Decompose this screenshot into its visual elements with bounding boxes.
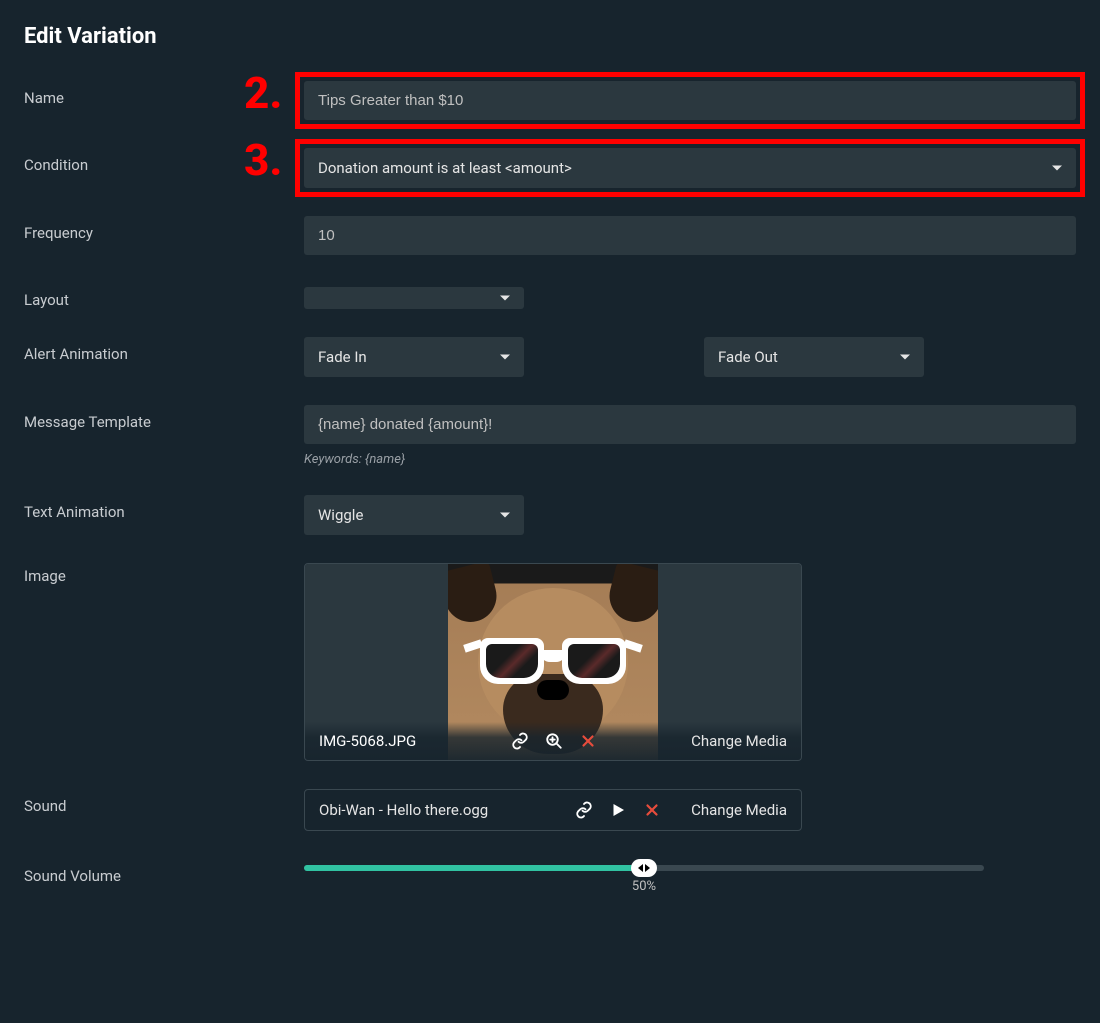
change-image-button[interactable]: Change Media	[691, 732, 787, 750]
slider-fill	[304, 865, 644, 871]
chevron-down-icon	[500, 355, 510, 360]
row-frequency: Frequency	[24, 216, 1076, 255]
chevron-down-icon	[900, 355, 910, 360]
row-layout: Layout	[24, 283, 1076, 309]
row-condition: Condition 3. Donation amount is at least…	[24, 148, 1076, 188]
row-message-template: Message Template Keywords: {name}	[24, 405, 1076, 467]
sound-volume-slider[interactable]: 50%	[304, 859, 984, 871]
annotation-step-3: 3.	[244, 138, 282, 182]
row-sound-volume: Sound Volume 50%	[24, 859, 1076, 885]
chevron-down-icon	[500, 296, 510, 301]
label-sound-volume: Sound Volume	[24, 859, 304, 885]
change-sound-button[interactable]: Change Media	[691, 801, 787, 819]
label-message-template: Message Template	[24, 405, 304, 431]
chevron-down-icon	[1052, 166, 1062, 171]
alert-animation-out-value: Fade Out	[718, 348, 778, 366]
condition-select[interactable]: Donation amount is at least <amount>	[304, 148, 1076, 188]
label-layout: Layout	[24, 283, 304, 309]
label-image: Image	[24, 563, 304, 585]
sound-volume-value: 50%	[632, 879, 656, 894]
chevron-down-icon	[500, 513, 510, 518]
alert-animation-in-value: Fade In	[318, 348, 367, 366]
label-frequency: Frequency	[24, 216, 304, 242]
frequency-input[interactable]	[304, 216, 1076, 255]
sound-media-box: Obi-Wan - Hello there.ogg Change Media	[304, 789, 802, 831]
label-sound: Sound	[24, 789, 304, 815]
message-template-input[interactable]	[304, 405, 1076, 444]
slider-thumb[interactable]	[631, 859, 657, 877]
label-alert-animation: Alert Animation	[24, 337, 304, 363]
highlight-condition: Donation amount is at least <amount>	[295, 139, 1085, 197]
row-text-animation: Text Animation Wiggle	[24, 495, 1076, 535]
image-media-box: IMG-5068.JPG Change Media	[304, 563, 802, 761]
condition-select-value: Donation amount is at least <amount>	[318, 159, 572, 177]
row-image: Image IMG-5068.JPG	[24, 563, 1076, 761]
image-media-bar: IMG-5068.JPG Change Media	[305, 722, 801, 760]
page-title: Edit Variation	[24, 24, 1076, 49]
sound-filename: Obi-Wan - Hello there.ogg	[319, 801, 488, 819]
text-animation-value: Wiggle	[318, 506, 363, 524]
highlight-name	[295, 72, 1085, 129]
text-animation-select[interactable]: Wiggle	[304, 495, 524, 535]
alert-animation-in-select[interactable]: Fade In	[304, 337, 524, 377]
layout-select[interactable]	[304, 287, 524, 309]
annotation-step-2: 2.	[244, 71, 282, 115]
row-name: Name 2.	[24, 81, 1076, 120]
message-template-hint: Keywords: {name}	[304, 452, 1076, 467]
zoom-in-icon[interactable]	[545, 732, 563, 750]
image-filename: IMG-5068.JPG	[319, 732, 416, 750]
remove-sound-icon[interactable]	[643, 801, 661, 819]
play-icon[interactable]	[609, 801, 627, 819]
row-alert-animation: Alert Animation Fade In Fade Out	[24, 337, 1076, 377]
label-text-animation: Text Animation	[24, 495, 304, 521]
link-icon[interactable]	[511, 732, 529, 750]
name-input[interactable]	[304, 81, 1076, 120]
slider-track	[304, 865, 984, 871]
row-sound: Sound Obi-Wan - Hello there.ogg Change M…	[24, 789, 1076, 831]
remove-image-icon[interactable]	[579, 732, 597, 750]
alert-animation-out-select[interactable]: Fade Out	[704, 337, 924, 377]
link-icon[interactable]	[575, 801, 593, 819]
